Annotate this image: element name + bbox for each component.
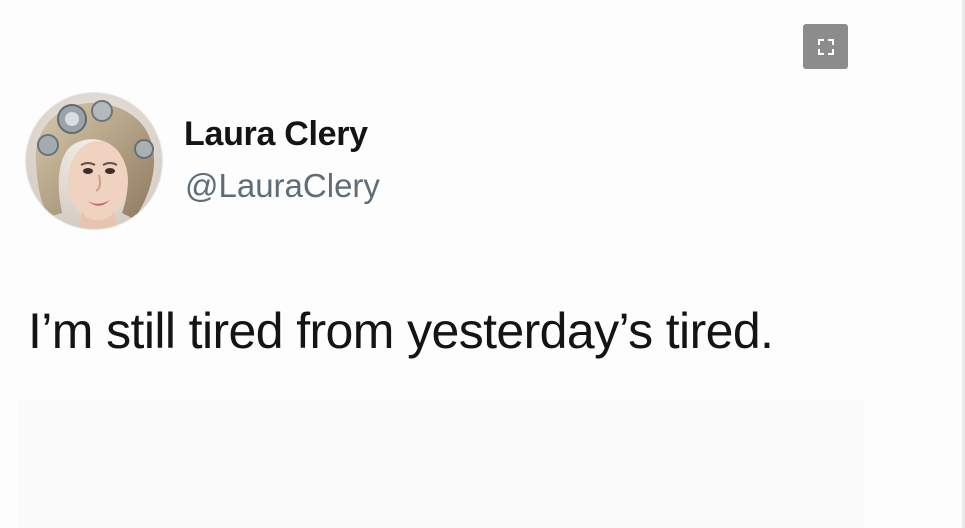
expand-icon bbox=[817, 38, 834, 55]
author-display-name[interactable]: Laura Clery bbox=[184, 115, 368, 154]
avatar[interactable] bbox=[26, 93, 162, 229]
tweet-text: I’m still tired from yesterday’s tired. bbox=[28, 303, 774, 359]
fullscreen-button[interactable] bbox=[803, 24, 848, 69]
author-handle[interactable]: @LauraClery bbox=[185, 167, 380, 205]
card-footer-area bbox=[18, 400, 864, 528]
tweet-card: Laura Clery @LauraClery I’m still tired … bbox=[0, 0, 965, 528]
profile-photo-icon bbox=[26, 93, 162, 229]
